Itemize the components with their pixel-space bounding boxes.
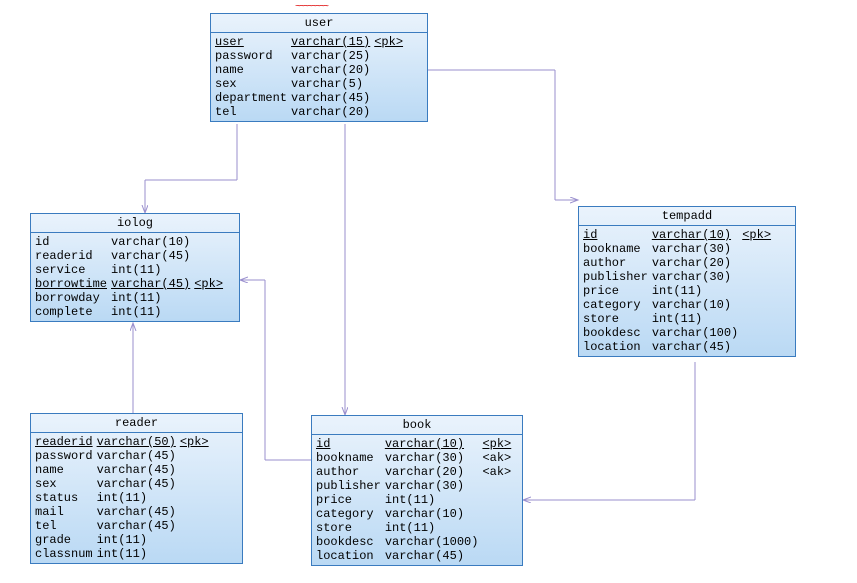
entity-reader-columns: readeridvarchar(50)<pk> passwordvarchar(… <box>35 435 213 561</box>
entity-reader-title: reader <box>31 414 242 433</box>
entity-book-columns: idvarchar(10)<pk> booknamevarchar(30)<ak… <box>316 437 515 563</box>
entity-user: user uservarchar(15)<pk> passwordvarchar… <box>210 13 428 122</box>
entity-book: book idvarchar(10)<pk> booknamevarchar(3… <box>311 415 523 566</box>
entity-reader: reader readeridvarchar(50)<pk> passwordv… <box>30 413 243 564</box>
entity-tempadd: tempadd idvarchar(10)<pk> booknamevarcha… <box>578 206 796 357</box>
entity-user-columns: uservarchar(15)<pk> passwordvarchar(25) … <box>215 35 407 119</box>
entity-book-title: book <box>312 416 522 435</box>
entity-iolog-title: iolog <box>31 214 239 233</box>
entity-tempadd-title: tempadd <box>579 207 795 226</box>
entity-user-title: user <box>211 14 427 33</box>
entity-iolog: iolog idvarchar(10) readeridvarchar(45) … <box>30 213 240 322</box>
entity-iolog-columns: idvarchar(10) readeridvarchar(45) servic… <box>35 235 227 319</box>
squiggle-decoration: ~~~~~~~~ <box>295 2 327 13</box>
entity-tempadd-columns: idvarchar(10)<pk> booknamevarchar(30) au… <box>583 228 775 354</box>
